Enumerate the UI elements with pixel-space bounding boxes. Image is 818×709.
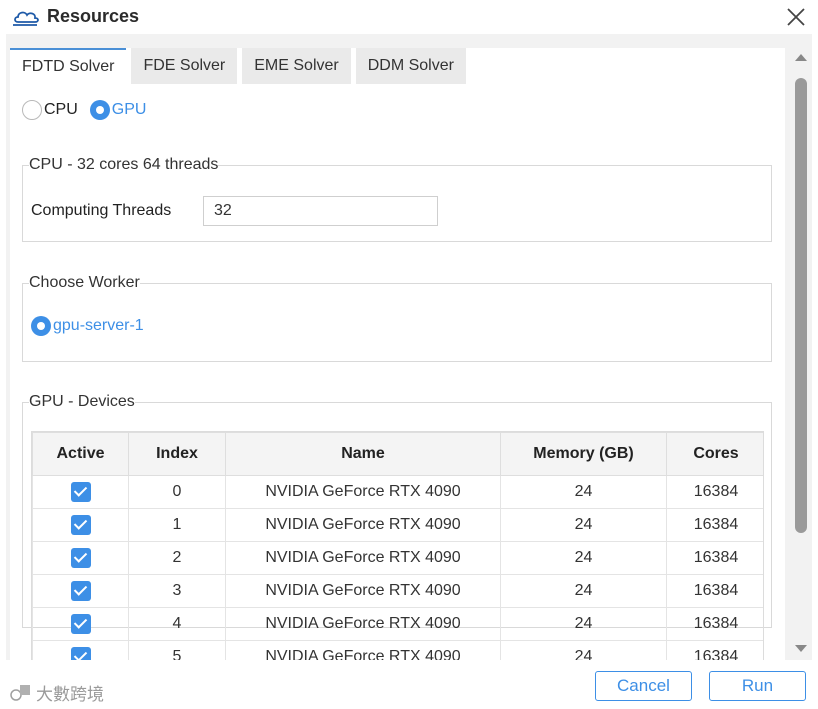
column-header-index[interactable]: Index <box>128 432 226 476</box>
computing-threads-label: Computing Threads <box>31 202 172 219</box>
cell-name: NVIDIA GeForce RTX 4090 <box>225 607 501 641</box>
gpu-radio[interactable]: GPU <box>89 100 147 120</box>
tab-label: DDM Solver <box>367 57 454 74</box>
radio-checked-icon <box>89 100 110 120</box>
active-checkbox[interactable] <box>70 482 91 502</box>
cell-name: NVIDIA GeForce RTX 4090 <box>225 574 501 608</box>
cell-index: 4 <box>128 607 226 641</box>
cpu-group: CPU - 32 cores 64 threads Computing Thre… <box>22 156 772 242</box>
watermark: 大數跨境 <box>8 680 104 705</box>
column-header-cores[interactable]: Cores <box>666 432 763 476</box>
table-row: 2 NVIDIA GeForce RTX 4090 24 16384 <box>32 541 763 575</box>
table-header-row: Active Index Name Memory (GB) Cores <box>32 432 763 476</box>
gpu-devices-legend: GPU - Devices <box>29 393 135 410</box>
tab-label: FDTD Solver <box>22 58 115 75</box>
radio-unchecked-icon <box>22 100 42 120</box>
table-row: 0 NVIDIA GeForce RTX 4090 24 16384 <box>32 475 763 509</box>
cloud-icon <box>13 11 39 26</box>
tab-label: EME Solver <box>254 57 339 74</box>
table-row: 5 NVIDIA GeForce RTX 4090 24 16384 <box>32 640 763 660</box>
watermark-text: 大數跨境 <box>36 685 104 704</box>
cell-memory: 24 <box>500 541 667 575</box>
cell-index: 5 <box>128 640 226 660</box>
cell-cores: 16384 <box>666 574 763 608</box>
column-header-active[interactable]: Active <box>32 432 129 476</box>
gpu-devices-table: Active Index Name Memory (GB) Cores 0 NV… <box>32 432 763 660</box>
window-title: Resources <box>47 6 140 26</box>
active-checkbox[interactable] <box>70 581 91 601</box>
cell-name: NVIDIA GeForce RTX 4090 <box>225 475 501 509</box>
title-bar: Resources <box>0 0 818 34</box>
cell-cores: 16384 <box>666 475 763 509</box>
cell-memory: 24 <box>500 607 667 641</box>
worker-group-legend: Choose Worker <box>29 274 140 291</box>
computing-threads-input[interactable] <box>203 196 438 226</box>
cancel-button-label: Cancel <box>617 676 670 695</box>
table-row: 1 NVIDIA GeForce RTX 4090 24 16384 <box>32 508 763 542</box>
cell-name: NVIDIA GeForce RTX 4090 <box>225 541 501 575</box>
compute-mode-radios: CPU GPU <box>22 100 158 120</box>
run-button[interactable]: Run <box>709 671 806 701</box>
run-button-label: Run <box>741 676 774 695</box>
worker-group: Choose Worker gpu-server-1 <box>22 274 772 362</box>
table-row: 4 NVIDIA GeForce RTX 4090 24 16384 <box>32 607 763 641</box>
active-checkbox[interactable] <box>70 515 91 535</box>
active-checkbox[interactable] <box>70 614 91 634</box>
worker-label: gpu-server-1 <box>53 317 144 334</box>
vertical-scrollbar[interactable] <box>792 48 810 660</box>
cpu-radio[interactable]: CPU <box>22 100 78 120</box>
cell-cores: 16384 <box>666 541 763 575</box>
close-icon[interactable] <box>783 4 809 30</box>
scrollbar-thumb[interactable] <box>795 78 807 533</box>
active-checkbox[interactable] <box>70 548 91 568</box>
tab-label: FDE Solver <box>143 57 226 74</box>
cell-cores: 16384 <box>666 508 763 542</box>
worker-radio-gpu-server-1[interactable]: gpu-server-1 <box>31 316 144 336</box>
cell-name: NVIDIA GeForce RTX 4090 <box>225 508 501 542</box>
cell-memory: 24 <box>500 475 667 509</box>
scroll-down-icon[interactable] <box>795 645 807 652</box>
cell-cores: 16384 <box>666 640 763 660</box>
cpu-radio-label: CPU <box>44 101 78 118</box>
cell-index: 0 <box>128 475 226 509</box>
table-row: 3 NVIDIA GeForce RTX 4090 24 16384 <box>32 574 763 608</box>
solver-panel: FDTD Solver FDE Solver EME Solver DDM So… <box>10 48 785 660</box>
tab-fde-solver[interactable]: FDE Solver <box>131 48 238 84</box>
cell-index: 2 <box>128 541 226 575</box>
column-header-memory[interactable]: Memory (GB) <box>500 432 667 476</box>
gpu-devices-table-wrap: Active Index Name Memory (GB) Cores 0 NV… <box>31 431 764 660</box>
gpu-radio-label: GPU <box>111 101 147 118</box>
dialog-body: FDTD Solver FDE Solver EME Solver DDM So… <box>6 34 812 660</box>
cell-index: 1 <box>128 508 226 542</box>
dialog-footer: 大數跨境 Cancel Run <box>0 660 818 709</box>
cell-name: NVIDIA GeForce RTX 4090 <box>225 640 501 660</box>
active-checkbox[interactable] <box>70 647 91 660</box>
tab-ddm-solver[interactable]: DDM Solver <box>355 48 466 84</box>
cell-cores: 16384 <box>666 607 763 641</box>
cancel-button[interactable]: Cancel <box>595 671 692 701</box>
column-header-name[interactable]: Name <box>225 432 501 476</box>
gpu-devices-group: GPU - Devices Active Index Name Memory (… <box>22 393 772 660</box>
cell-memory: 24 <box>500 508 667 542</box>
solver-tabs: FDTD Solver FDE Solver EME Solver DDM So… <box>10 48 471 84</box>
cell-memory: 24 <box>500 574 667 608</box>
scroll-up-icon[interactable] <box>795 54 807 61</box>
radio-checked-icon <box>31 316 51 336</box>
cpu-group-legend: CPU - 32 cores 64 threads <box>29 156 219 173</box>
watermark-logo-icon <box>10 684 30 701</box>
computing-threads-row: Computing Threads <box>31 196 438 226</box>
tab-fdtd-solver[interactable]: FDTD Solver <box>10 48 127 84</box>
cell-index: 3 <box>128 574 226 608</box>
tab-eme-solver[interactable]: EME Solver <box>242 48 351 84</box>
cell-memory: 24 <box>500 640 667 660</box>
